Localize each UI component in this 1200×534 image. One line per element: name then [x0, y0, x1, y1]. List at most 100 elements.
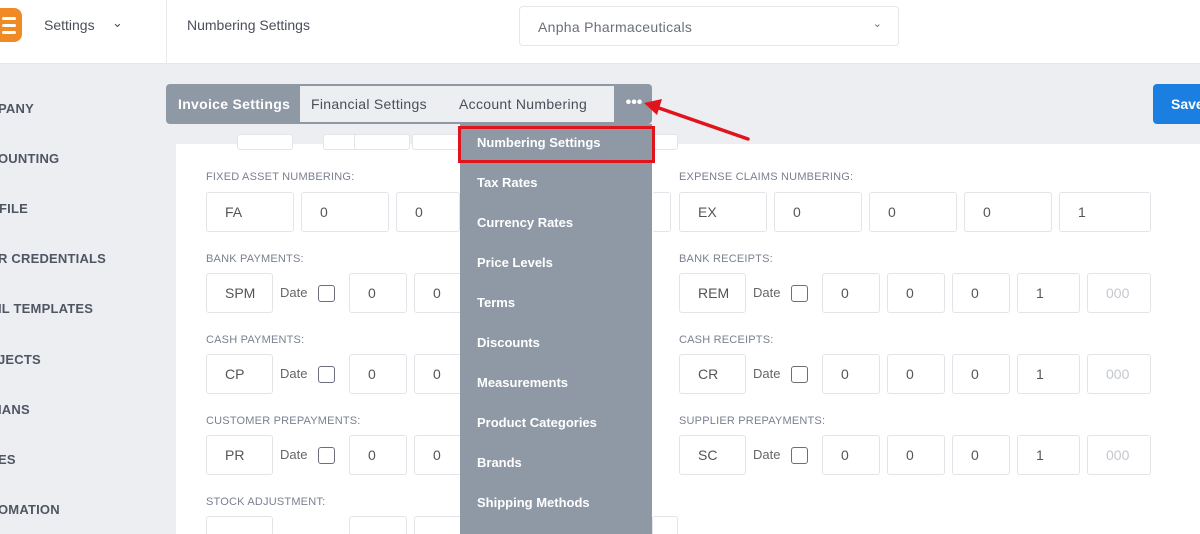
- cash-payments-digit[interactable]: 0: [349, 354, 407, 394]
- cash-receipts-digit[interactable]: 0: [887, 354, 945, 394]
- settings-label[interactable]: Settings: [44, 17, 95, 33]
- sidebar-item-accounting[interactable]: OUNTING: [0, 151, 59, 166]
- supplier-prepayments-label: SUPPLIER PREPAYMENTS:: [679, 415, 826, 427]
- stock-adjustment-digit[interactable]: [652, 516, 678, 534]
- expense-claims-digit[interactable]: 0: [869, 192, 957, 232]
- tab-group: Financial Settings Account Numbering: [300, 86, 614, 122]
- bank-receipts-label: BANK RECEIPTS:: [679, 253, 773, 265]
- settings-tabs: Invoice Settings Financial Settings Acco…: [166, 84, 652, 124]
- bank-payments-digit[interactable]: 0: [349, 273, 407, 313]
- menu-item-terms[interactable]: Terms: [477, 295, 515, 310]
- fixed-asset-digit[interactable]: 0: [396, 192, 460, 232]
- company-select[interactable]: Anpha Pharmaceuticals ⌄: [519, 6, 899, 46]
- supplier-prepayments-counter[interactable]: 000: [1087, 435, 1151, 475]
- customer-prepayments-digit[interactable]: 0: [349, 435, 407, 475]
- chevron-down-icon: ⌄: [872, 18, 882, 30]
- settings-dropdown-menu: Numbering Settings Tax Rates Currency Ra…: [460, 124, 652, 534]
- menu-item-brands[interactable]: Brands: [477, 455, 522, 470]
- highlight-box: [458, 126, 655, 163]
- input-field[interactable]: [652, 192, 671, 232]
- tab-invoice-settings[interactable]: Invoice Settings: [166, 84, 300, 124]
- sidebar-item-automation[interactable]: OMATION: [0, 502, 60, 517]
- expense-claims-digit[interactable]: 1: [1059, 192, 1151, 232]
- stock-adjustment-digit[interactable]: [349, 516, 407, 534]
- date-checkbox[interactable]: [318, 285, 335, 302]
- expense-claims-prefix[interactable]: EX: [679, 192, 767, 232]
- date-label: Date: [280, 285, 308, 300]
- bank-receipts-digit[interactable]: 0: [822, 273, 880, 313]
- cash-receipts-label: CASH RECEIPTS:: [679, 334, 774, 346]
- bank-receipts-prefix[interactable]: REM: [679, 273, 746, 313]
- sidebar-item-profile[interactable]: FILE: [0, 201, 28, 216]
- supplier-prepayments-digit[interactable]: 0: [952, 435, 1010, 475]
- sidebar-item-plans[interactable]: IANS: [0, 402, 30, 417]
- annotation-arrow-icon: [644, 99, 750, 141]
- menu-item-price-levels[interactable]: Price Levels: [477, 255, 553, 270]
- save-button[interactable]: Save: [1153, 84, 1200, 124]
- expense-claims-label: EXPENSE CLAIMS NUMBERING:: [679, 171, 854, 183]
- bank-receipts-counter[interactable]: 000: [1087, 273, 1151, 313]
- tab-account-numbering[interactable]: Account Numbering: [459, 86, 587, 122]
- chevron-down-icon[interactable]: ⌄: [112, 15, 123, 31]
- top-bar: Settings ⌄ Numbering Settings Anpha Phar…: [0, 0, 1200, 64]
- date-label: Date: [753, 285, 781, 300]
- supplier-prepayments-digit[interactable]: 0: [887, 435, 945, 475]
- cash-payments-prefix[interactable]: CP: [206, 354, 273, 394]
- date-label: Date: [753, 447, 781, 462]
- menu-item-measurements[interactable]: Measurements: [477, 375, 568, 390]
- supplier-prepayments-prefix[interactable]: SC: [679, 435, 746, 475]
- cash-receipts-counter[interactable]: 000: [1087, 354, 1151, 394]
- input-field[interactable]: [237, 134, 293, 150]
- menu-item-tax-rates[interactable]: Tax Rates: [477, 175, 537, 190]
- supplier-prepayments-digit[interactable]: 1: [1017, 435, 1080, 475]
- menu-item-discounts[interactable]: Discounts: [477, 335, 540, 350]
- stock-adjustment-prefix[interactable]: [206, 516, 273, 534]
- bank-receipts-digit[interactable]: 0: [887, 273, 945, 313]
- expense-claims-digit[interactable]: 0: [964, 192, 1052, 232]
- sidebar-item-email-templates[interactable]: IL TEMPLATES: [0, 301, 93, 316]
- sidebar-item-company[interactable]: PANY: [0, 101, 34, 116]
- date-label: Date: [753, 366, 781, 381]
- menu-item-currency-rates[interactable]: Currency Rates: [477, 215, 573, 230]
- fixed-asset-prefix[interactable]: FA: [206, 192, 294, 232]
- input-field[interactable]: [354, 134, 410, 150]
- customer-prepayments-digit[interactable]: 0: [414, 435, 464, 475]
- bank-payments-label: BANK PAYMENTS:: [206, 253, 304, 265]
- cash-payments-label: CASH PAYMENTS:: [206, 334, 305, 346]
- customer-prepayments-label: CUSTOMER PREPAYMENTS:: [206, 415, 361, 427]
- menu-item-shipping-methods[interactable]: Shipping Methods: [477, 495, 590, 510]
- cash-receipts-prefix[interactable]: CR: [679, 354, 746, 394]
- cash-receipts-digit[interactable]: 0: [952, 354, 1010, 394]
- cash-receipts-digit[interactable]: 0: [822, 354, 880, 394]
- cash-receipts-digit[interactable]: 1: [1017, 354, 1080, 394]
- sidebar-item-types[interactable]: ES: [0, 452, 16, 467]
- settings-switcher[interactable]: Settings ⌄: [0, 0, 167, 64]
- date-checkbox[interactable]: [791, 366, 808, 383]
- supplier-prepayments-digit[interactable]: 0: [822, 435, 880, 475]
- date-checkbox[interactable]: [318, 447, 335, 464]
- date-checkbox[interactable]: [318, 366, 335, 383]
- sidebar-item-user-credentials[interactable]: R CREDENTIALS: [0, 251, 106, 266]
- sidebar: PANY OUNTING FILE R CREDENTIALS IL TEMPL…: [0, 64, 176, 534]
- expense-claims-digit[interactable]: 0: [774, 192, 862, 232]
- sidebar-item-projects[interactable]: JECTS: [0, 352, 41, 367]
- date-label: Date: [280, 366, 308, 381]
- bank-payments-prefix[interactable]: SPM: [206, 273, 273, 313]
- page-title: Numbering Settings: [187, 17, 310, 33]
- stock-adjustment-label: STOCK ADJUSTMENT:: [206, 496, 326, 508]
- date-checkbox[interactable]: [791, 447, 808, 464]
- stock-adjustment-digit[interactable]: [414, 516, 464, 534]
- customer-prepayments-prefix[interactable]: PR: [206, 435, 273, 475]
- menu-item-product-categories[interactable]: Product Categories: [477, 415, 597, 430]
- date-label: Date: [280, 447, 308, 462]
- fixed-asset-label: FIXED ASSET NUMBERING:: [206, 171, 355, 183]
- tab-financial-settings[interactable]: Financial Settings: [311, 86, 427, 122]
- date-checkbox[interactable]: [791, 285, 808, 302]
- numbering-form: FIXED ASSET NUMBERING: FA 0 0 EXPENSE CL…: [176, 134, 1200, 534]
- bank-payments-digit[interactable]: 0: [414, 273, 464, 313]
- bank-receipts-digit[interactable]: 0: [952, 273, 1010, 313]
- fixed-asset-digit[interactable]: 0: [301, 192, 389, 232]
- cash-payments-digit[interactable]: 0: [414, 354, 464, 394]
- bank-receipts-digit[interactable]: 1: [1017, 273, 1080, 313]
- app-logo: [0, 8, 22, 42]
